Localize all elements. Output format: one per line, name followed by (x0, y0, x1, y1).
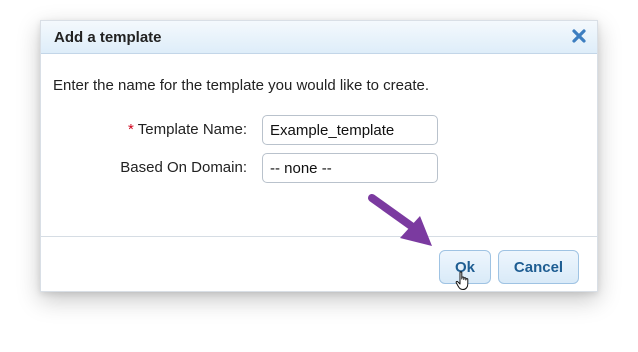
required-marker: * (127, 121, 134, 138)
footer-divider (41, 236, 597, 237)
based-on-domain-label: Based On Domain: (120, 159, 247, 176)
arrow-annotation-icon (368, 194, 432, 246)
dialog-titlebar: Add a template (41, 21, 597, 54)
add-template-dialog: Add a template Enter the name for the te… (40, 20, 598, 292)
template-name-label: * Template Name: (128, 121, 247, 138)
template-name-input[interactable] (262, 115, 438, 145)
close-icon[interactable] (571, 28, 587, 44)
dialog-title: Add a template (54, 29, 162, 46)
hand-pointer-cursor-icon (455, 271, 469, 290)
dialog-instructions: Enter the name for the template you woul… (53, 77, 430, 94)
template-name-label-text: Template Name: (137, 121, 247, 138)
based-on-domain-input[interactable] (262, 153, 438, 183)
cancel-button[interactable]: Cancel (498, 250, 579, 284)
